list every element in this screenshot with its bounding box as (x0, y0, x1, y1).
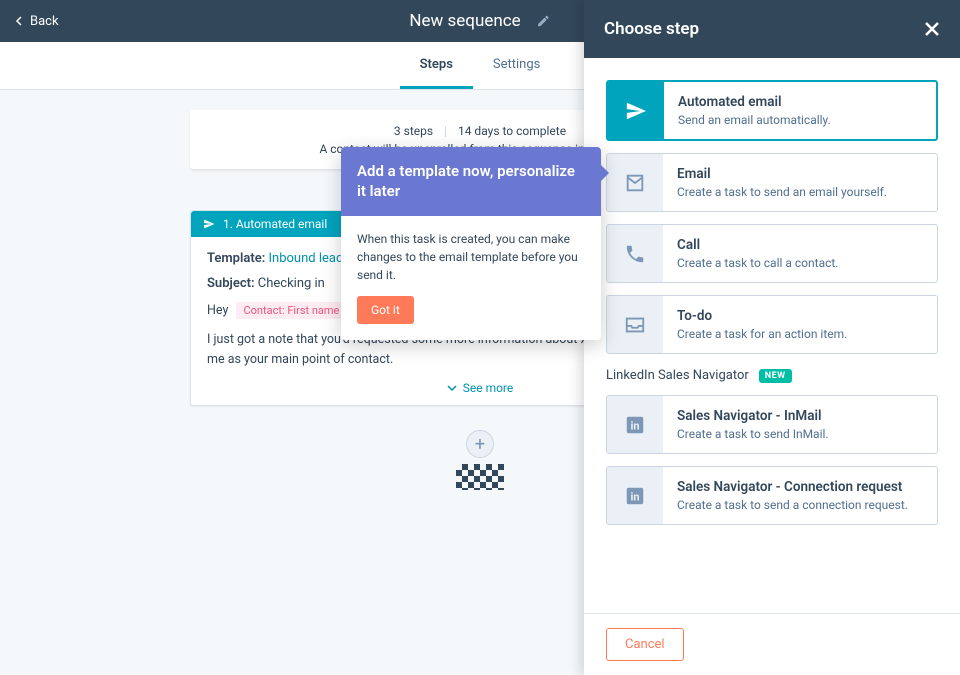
svg-text:in: in (630, 419, 639, 432)
tab-steps[interactable]: Steps (400, 42, 473, 89)
option-text: Sales Navigator - InMail Create a task t… (663, 396, 843, 453)
option-call[interactable]: Call Create a task to call a contact. (606, 224, 938, 283)
chevron-left-icon (14, 16, 24, 26)
linkedin-label-text: LinkedIn Sales Navigator (606, 368, 749, 383)
panel-body: Automated email Send an email automatica… (584, 58, 960, 613)
option-subtitle: Create a task for an action item. (677, 327, 847, 341)
title-wrap: New sequence (409, 11, 550, 31)
option-subtitle: Create a task to send InMail. (677, 427, 829, 441)
tab-settings-label: Settings (493, 57, 540, 72)
linkedin-icon: in (607, 467, 663, 524)
see-more-label: See more (463, 381, 514, 395)
option-subtitle: Send an email automatically. (678, 113, 831, 127)
summary-line1: 3 steps | 14 days to complete (394, 124, 566, 138)
option-title: Automated email (678, 94, 831, 110)
option-text: Email Create a task to send an email you… (663, 154, 901, 211)
option-text: Automated email Send an email automatica… (664, 82, 845, 139)
summary-steps: 3 steps (394, 124, 433, 138)
option-text: Call Create a task to call a contact. (663, 225, 852, 282)
panel-header: Choose step (584, 0, 960, 58)
option-todo[interactable]: To-do Create a task for an action item. (606, 295, 938, 354)
new-badge: NEW (759, 369, 792, 383)
linkedin-icon: in (607, 396, 663, 453)
choose-step-panel: Choose step Automated email Send an emai… (584, 0, 960, 675)
option-linkedin-connection[interactable]: in Sales Navigator - Connection request … (606, 466, 938, 525)
add-step-button[interactable]: + (466, 430, 494, 458)
subject-value: Checking in (258, 276, 325, 291)
option-subtitle: Create a task to call a contact. (677, 256, 838, 270)
option-subtitle: Create a task to send a connection reque… (677, 498, 908, 512)
option-title: To-do (677, 308, 847, 324)
envelope-icon (607, 154, 663, 211)
option-text: Sales Navigator - Connection request Cre… (663, 467, 922, 524)
greeting-text: Hey (207, 303, 228, 318)
template-label: Template: (207, 251, 265, 266)
panel-footer: Cancel (584, 613, 960, 675)
option-subtitle: Create a task to send an email yourself. (677, 185, 887, 199)
template-popover: Add a template now, personalize it later… (341, 147, 601, 340)
personalization-token[interactable]: Contact: First name (236, 302, 348, 319)
subject-label: Subject: (207, 276, 255, 291)
paper-plane-icon (608, 82, 664, 139)
option-email[interactable]: Email Create a task to send an email you… (606, 153, 938, 212)
popover-text: When this task is created, you can make … (357, 230, 585, 284)
option-title: Sales Navigator - Connection request (677, 479, 908, 495)
option-title: Sales Navigator - InMail (677, 408, 829, 424)
close-panel-button[interactable] (924, 21, 940, 37)
sequence-title: New sequence (409, 11, 520, 31)
tab-steps-label: Steps (420, 57, 453, 72)
back-label: Back (30, 14, 59, 29)
linkedin-section-label: LinkedIn Sales Navigator NEW (606, 368, 938, 383)
panel-title: Choose step (604, 19, 699, 39)
popover-arrow (601, 165, 609, 181)
summary-days: 14 days to complete (458, 124, 566, 138)
popover-body: When this task is created, you can make … (341, 216, 601, 340)
option-linkedin-inmail[interactable]: in Sales Navigator - InMail Create a tas… (606, 395, 938, 454)
phone-icon (607, 225, 663, 282)
option-title: Email (677, 166, 887, 182)
step-card-title: 1. Automated email (223, 217, 327, 231)
chevron-down-icon (447, 383, 457, 393)
inbox-icon (607, 296, 663, 353)
option-text: To-do Create a task for an action item. (663, 296, 861, 353)
paper-plane-icon (203, 218, 215, 230)
pencil-icon[interactable] (537, 14, 551, 28)
popover-gotit-button[interactable]: Got it (357, 296, 414, 324)
separator: | (444, 124, 447, 138)
popover-header: Add a template now, personalize it later (341, 147, 601, 216)
close-icon (924, 21, 940, 37)
svg-text:in: in (630, 490, 639, 503)
back-button[interactable]: Back (14, 14, 59, 29)
finish-flag-icon (456, 464, 504, 490)
cancel-button[interactable]: Cancel (606, 628, 684, 661)
option-automated-email[interactable]: Automated email Send an email automatica… (606, 80, 938, 141)
tab-settings[interactable]: Settings (473, 42, 560, 89)
popover-title: Add a template now, personalize it later (357, 162, 575, 200)
option-title: Call (677, 237, 838, 253)
